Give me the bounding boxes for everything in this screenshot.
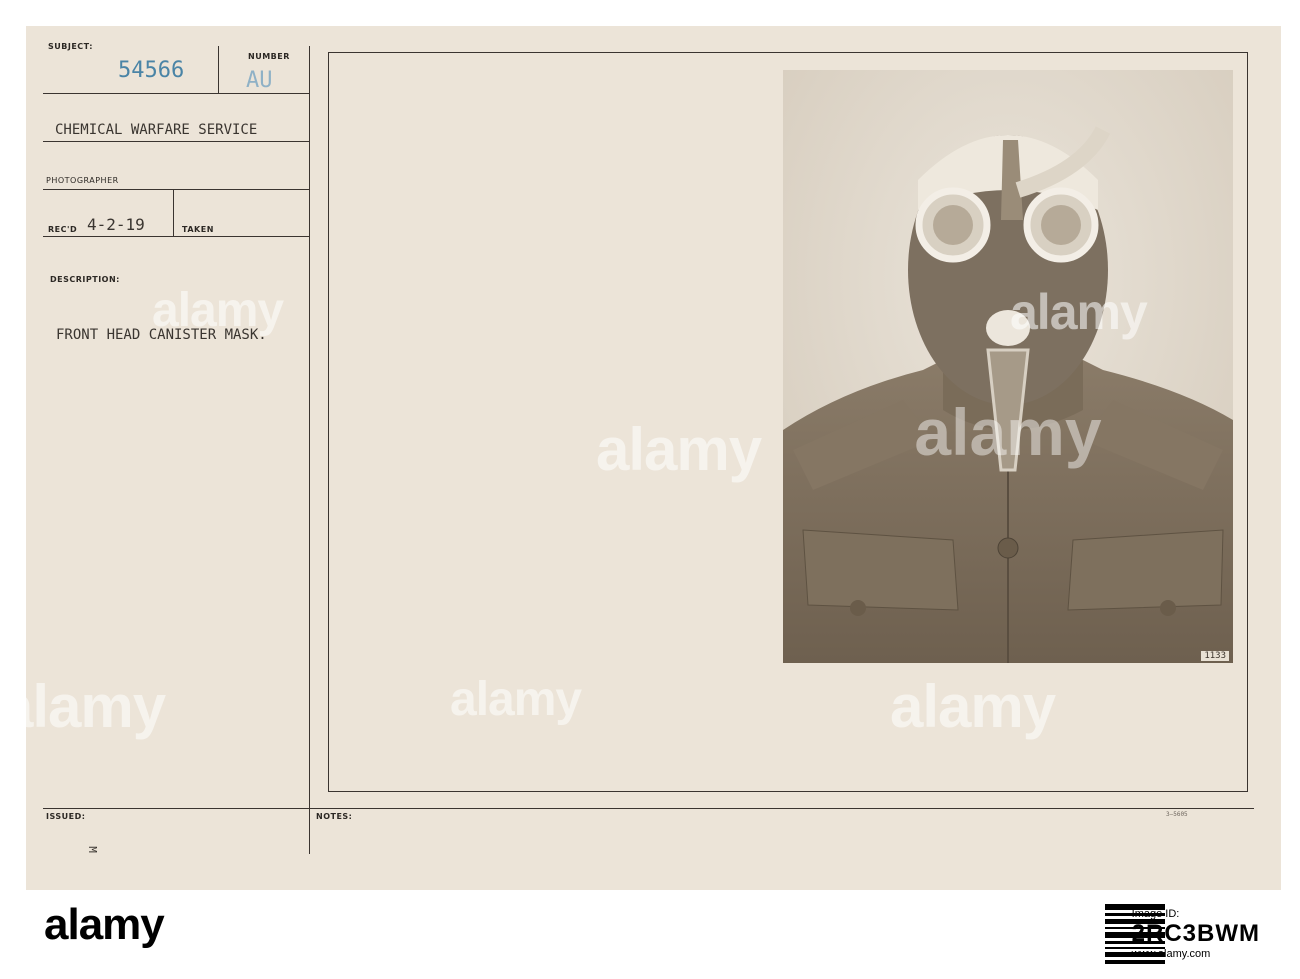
issued-label: ISSUED: — [46, 812, 86, 821]
subject-number: 54566 — [118, 58, 185, 83]
watermark-center: alamy — [596, 416, 762, 483]
notes-label: NOTES: — [316, 812, 353, 821]
image-id: 2RC3BWM — [1131, 920, 1260, 947]
description-label: DESCRIPTION: — [50, 275, 120, 284]
number-stamp: AU — [246, 68, 273, 93]
taken-label: TAKEN — [182, 225, 214, 234]
rule-photographer-bottom — [43, 189, 310, 190]
subject-label: SUBJECT: — [48, 42, 93, 51]
watermark-photo-mid: alamy — [1010, 284, 1148, 340]
rule-unit-bottom — [43, 141, 310, 142]
stock-footer: alamy Image ID: 2RC3BWM www.alamy.com — [0, 890, 1300, 979]
issued-mark: M — [85, 846, 99, 853]
photographer-label: PHOTOGRAPHER — [46, 176, 119, 185]
photo-watermark: alamy — [914, 395, 1101, 469]
watermark-bottom-right: alamy — [890, 673, 1056, 740]
unit-name: CHEMICAL WARFARE SERVICE — [55, 122, 258, 138]
watermark-bottom-mid: alamy — [450, 673, 582, 726]
photo-number: 1133 — [1201, 651, 1229, 661]
recd-label: REC'D — [48, 225, 78, 234]
watermark-left-top: alamy — [152, 284, 284, 337]
footer-meta: Image ID: 2RC3BWM www.alamy.com — [1132, 904, 1260, 964]
gas-mask-photograph: alamy 1133 — [783, 70, 1233, 663]
number-label: NUMBER — [248, 52, 290, 61]
footer-logo: alamy — [44, 900, 165, 949]
rule-recd-divider — [173, 190, 174, 236]
rule-recd-bottom — [43, 236, 310, 237]
site-url[interactable]: www.alamy.com — [1132, 944, 1260, 964]
rule-subject-bottom — [43, 93, 310, 94]
form-code: 3—5605 — [1166, 811, 1188, 818]
watermark-left-bottom: alamy — [0, 673, 166, 740]
recd-date: 4-2-19 — [87, 215, 145, 234]
rule-bottom — [43, 808, 1254, 809]
rule-column-divider — [309, 46, 310, 854]
rule-subject-divider — [218, 46, 219, 93]
